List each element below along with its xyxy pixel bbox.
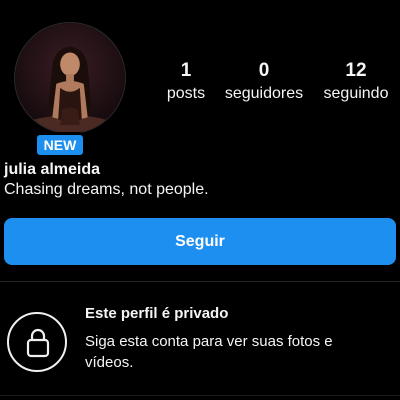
avatar[interactable] (14, 22, 126, 134)
profile-photo-image (15, 23, 125, 133)
followers-count: 0 (258, 60, 270, 81)
profile-bio: Chasing dreams, not people. (4, 181, 209, 198)
posts-count: 1 (180, 60, 192, 81)
follow-button[interactable]: Seguir (4, 218, 396, 265)
followers-stat[interactable]: 0 seguidores (220, 60, 308, 106)
following-stat[interactable]: 12 seguindo (318, 60, 394, 106)
bottom-divider (0, 395, 400, 396)
new-badge: NEW (34, 132, 86, 158)
private-title: Este perfil é privado (85, 305, 229, 322)
followers-label: seguidores (224, 85, 304, 102)
profile-photo (14, 22, 126, 134)
following-count: 12 (345, 60, 367, 81)
profile-name: julia almeida (4, 161, 101, 178)
following-label: seguindo (323, 85, 389, 102)
profile-stats: 1 posts 0 seguidores 12 seguindo (160, 60, 396, 110)
section-divider (0, 281, 400, 282)
profile-page: NEW 1 posts 0 seguidores 12 seguindo jul… (0, 0, 400, 400)
posts-label: posts (166, 85, 206, 102)
posts-stat[interactable]: 1 posts (164, 60, 208, 106)
private-lock-badge (7, 312, 67, 372)
private-description: Siga esta conta para ver suas fotos e ví… (85, 333, 333, 371)
lock-icon (26, 328, 50, 358)
